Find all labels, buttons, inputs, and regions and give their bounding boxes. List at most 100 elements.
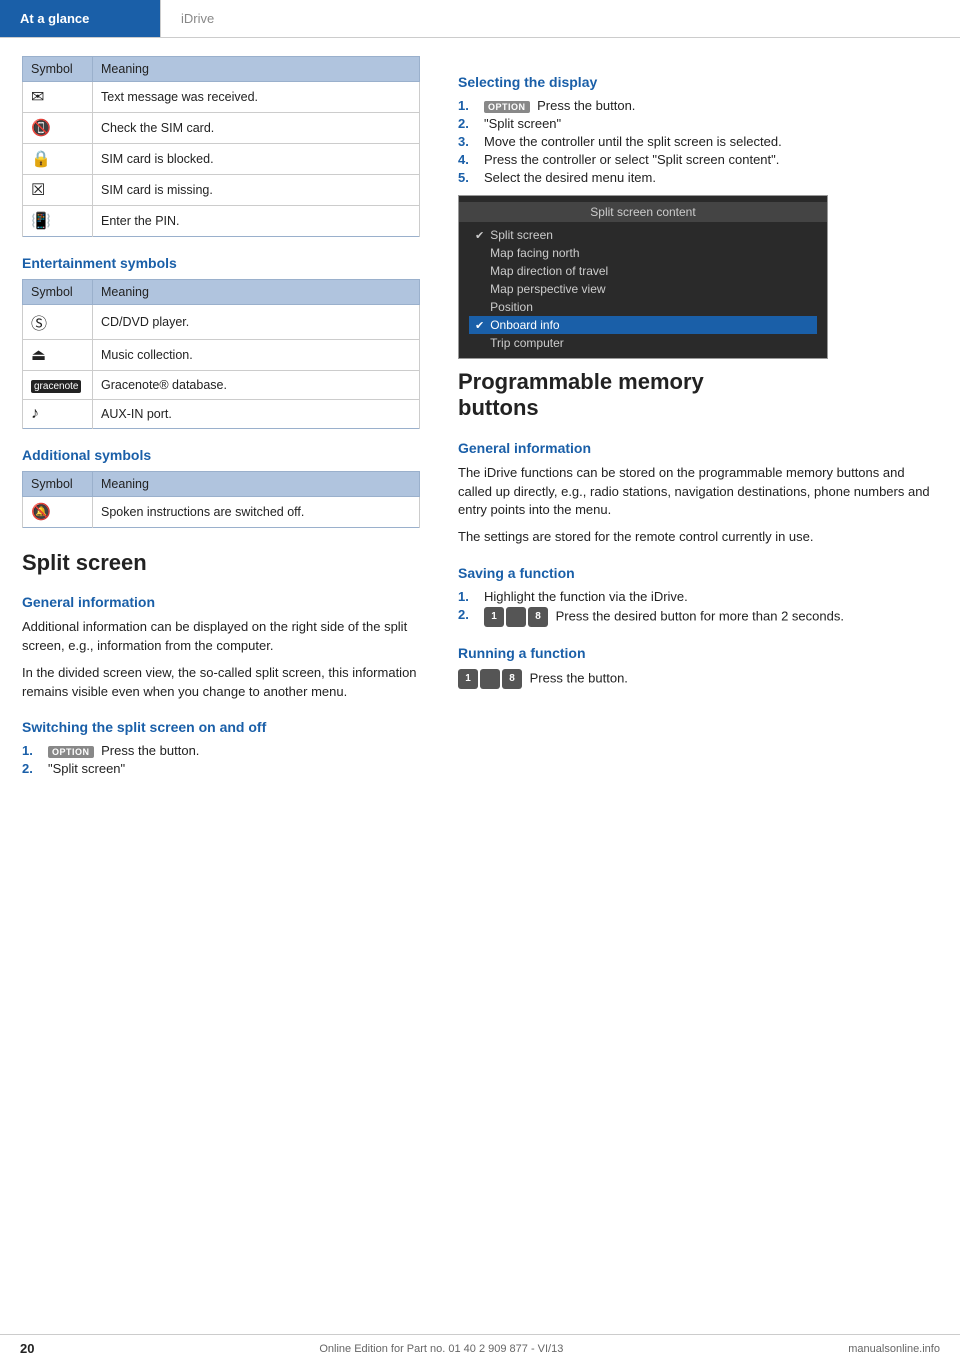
main-content: Symbol Meaning ✉ Text message was receiv…: [0, 38, 960, 784]
phone-symbol-table: Symbol Meaning ✉ Text message was receiv…: [22, 56, 420, 237]
step-content: Move the controller until the split scre…: [484, 134, 938, 149]
menu-item-label: Map perspective view: [490, 282, 605, 296]
prog-general-text2: The settings are stored for the remote c…: [458, 528, 938, 547]
step-content: OPTION Press the button.: [484, 98, 938, 113]
step-number: 2.: [22, 761, 44, 776]
running-heading: Running a function: [458, 645, 938, 661]
step-content: "Split screen": [48, 761, 420, 776]
mem-btn-run-8: 8: [502, 669, 522, 689]
step-number: 2.: [458, 607, 480, 627]
menu-item-onboard-info: ✔ Onboard info: [469, 316, 817, 334]
menu-item-label: Position: [490, 300, 533, 314]
list-item: 2. 1 ... 8 Press the desired button for …: [458, 607, 938, 627]
meaning-cell: Spoken instructions are switched off.: [93, 497, 420, 528]
additional-heading: Additional symbols: [22, 447, 420, 463]
prog-general-text1: The iDrive functions can be stored on th…: [458, 464, 938, 521]
step-content: Select the desired menu item.: [484, 170, 938, 185]
empty-check: [475, 265, 484, 277]
running-text: 1 ... 8 Press the button.: [458, 669, 938, 689]
list-item: 5. Select the desired menu item.: [458, 170, 938, 185]
left-column: Symbol Meaning ✉ Text message was receiv…: [0, 56, 440, 784]
symbol-cell: 📵: [23, 113, 93, 144]
table-row: Ⓢ CD/DVD player.: [23, 305, 420, 340]
empty-check: [475, 247, 484, 259]
option-button-icon: OPTION: [48, 746, 94, 758]
running-text-label: Press the button.: [530, 671, 628, 686]
list-item: 1. OPTION Press the button.: [458, 98, 938, 113]
step-number: 4.: [458, 152, 480, 167]
page-number: 20: [20, 1341, 34, 1356]
screenshot-inner: Split screen content ✔ Split screen Map …: [459, 196, 827, 358]
spoken-off-icon: 🔕: [31, 504, 51, 521]
meaning-cell: Text message was received.: [93, 82, 420, 113]
list-item: 3. Move the controller until the split s…: [458, 134, 938, 149]
meaning-cell: Music collection.: [93, 340, 420, 371]
menu-item-split-screen: ✔ Split screen: [469, 226, 817, 244]
menu-item-map-perspective: Map perspective view: [469, 280, 817, 298]
step-content: "Split screen": [484, 116, 938, 131]
add-col1: Symbol: [23, 472, 93, 497]
edition-text: Online Edition for Part no. 01 40 2 909 …: [319, 1343, 563, 1355]
menu-item-position: Position: [469, 298, 817, 316]
step-content: 1 ... 8 Press the desired button for mor…: [484, 607, 938, 627]
list-item: 2. "Split screen": [458, 116, 938, 131]
table-row: 📳 Enter the PIN.: [23, 206, 420, 237]
menu-item-label: Map direction of travel: [490, 264, 608, 278]
checkmark-icon: ✔: [475, 319, 484, 332]
page-footer: 20 Online Edition for Part no. 01 40 2 9…: [0, 1334, 960, 1362]
menu-item-map-north: Map facing north: [469, 244, 817, 262]
split-screen-screenshot: Split screen content ✔ Split screen Map …: [458, 195, 828, 359]
memory-button-icon: 1 ... 8: [484, 607, 548, 627]
meaning-cell: Gracenote® database.: [93, 371, 420, 400]
table-row: ⏏ Music collection.: [23, 340, 420, 371]
header-right-label: iDrive: [181, 11, 214, 26]
step-content: OPTION Press the button.: [48, 743, 420, 758]
mem-btn-run-1: 1: [458, 669, 478, 689]
entertainment-symbol-table: Symbol Meaning Ⓢ CD/DVD player. ⏏ Music …: [22, 279, 420, 429]
symbol-cell: gracenote: [23, 371, 93, 400]
screenshot-title: Split screen content: [459, 202, 827, 222]
symbol-cell: ♪: [23, 400, 93, 429]
mem-btn-dots: ...: [506, 607, 526, 627]
step-number: 2.: [458, 116, 480, 131]
menu-item-label: Trip computer: [490, 336, 564, 350]
brand-text: manualsonline.info: [848, 1343, 940, 1355]
meaning-cell: SIM card is missing.: [93, 175, 420, 206]
saving-heading: Saving a function: [458, 565, 938, 581]
additional-symbol-table: Symbol Meaning 🔕 Spoken instructions are…: [22, 471, 420, 528]
symbol-cell: 🔕: [23, 497, 93, 528]
table-row: ☒ SIM card is missing.: [23, 175, 420, 206]
mem-btn-8: 8: [528, 607, 548, 627]
switching-steps-list: 1. OPTION Press the button. 2. "Split sc…: [22, 743, 420, 776]
step-number: 1.: [22, 743, 44, 758]
table-row: gracenote Gracenote® database.: [23, 371, 420, 400]
mem-btn-1: 1: [484, 607, 504, 627]
sim-blocked-icon: 🔒: [31, 151, 51, 168]
list-item: 2. "Split screen": [22, 761, 420, 776]
split-general-text2: In the divided screen view, the so-calle…: [22, 664, 420, 702]
menu-item-label: Split screen: [490, 228, 553, 242]
symbol-cell: ✉: [23, 82, 93, 113]
mem-btn-run-dots: ...: [480, 669, 500, 689]
sim-missing-icon: ☒: [31, 182, 45, 199]
meaning-cell: AUX-IN port.: [93, 400, 420, 429]
prog-general-heading: General information: [458, 440, 938, 456]
add-col2: Meaning: [93, 472, 420, 497]
symbol-cell: ⏏: [23, 340, 93, 371]
meaning-cell: Enter the PIN.: [93, 206, 420, 237]
symbol-cell: 🔒: [23, 144, 93, 175]
menu-item-map-direction: Map direction of travel: [469, 262, 817, 280]
meaning-cell: Check the SIM card.: [93, 113, 420, 144]
option-button-icon: OPTION: [484, 101, 530, 113]
menu-item-label: Onboard info: [490, 318, 559, 332]
checkmark-icon: ✔: [475, 229, 484, 242]
empty-check: [475, 301, 484, 313]
symbol-cell: 📳: [23, 206, 93, 237]
saving-steps-list: 1. Highlight the function via the iDrive…: [458, 589, 938, 627]
table-row: 🔕 Spoken instructions are switched off.: [23, 497, 420, 528]
table-row: ✉ Text message was received.: [23, 82, 420, 113]
header-left-tab: At a glance: [0, 0, 160, 37]
menu-item-label: Map facing north: [490, 246, 579, 260]
header-left-label: At a glance: [20, 11, 89, 26]
symbol-cell: ☒: [23, 175, 93, 206]
